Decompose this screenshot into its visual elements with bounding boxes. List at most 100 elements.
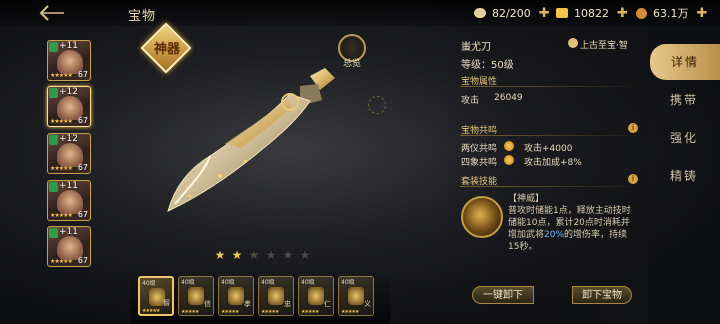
divider	[460, 186, 640, 187]
slot-kind: 信	[204, 300, 211, 308]
resonance-gem-icon	[504, 141, 514, 151]
tab-1[interactable]: 携带	[648, 82, 720, 118]
broadsword-image	[167, 68, 335, 212]
coin-icon	[636, 7, 647, 19]
slot-level: 40级	[341, 279, 355, 286]
page-title: 宝物	[128, 9, 157, 24]
add-gold-button[interactable]: ✚	[617, 7, 628, 20]
gold-resource: 10822 ✚	[556, 5, 628, 21]
treasure-thumbnail-icon	[268, 287, 284, 305]
coin-resource: 63.1万 ✚	[636, 5, 707, 21]
hero-stars: ★★★★★	[50, 212, 73, 219]
treasure-slot[interactable]: 40级仁 ★★★★★	[298, 276, 334, 316]
hero-badge-icon	[49, 228, 58, 238]
slot-kind: 智	[163, 299, 170, 307]
skill-icon	[461, 196, 503, 238]
hero-stars: ★★★★★	[50, 258, 73, 265]
star-icon: ★	[265, 248, 277, 262]
resonance-effect-2: 攻击加成+8%	[524, 158, 582, 168]
hero-number: 67	[77, 116, 88, 125]
treasure-thumbnail-icon	[308, 287, 324, 305]
slot-stars: ★★★★★	[221, 309, 239, 315]
skill-name: 【神威】	[508, 194, 545, 204]
rank-seal-icon	[568, 38, 578, 48]
treasure-thumbnail-icon	[188, 287, 204, 305]
unequip-button[interactable]: 卸下宝物	[572, 286, 632, 304]
top-bar: 宝物 82/200 ✚ 10822 ✚ 63.1万 ✚	[0, 0, 720, 26]
slot-stars: ★★★★★	[341, 309, 359, 315]
skill-highlight: 20%	[544, 230, 565, 240]
slot-level: 40级	[181, 279, 195, 286]
hero-stars: ★★★★★	[50, 118, 73, 125]
star-icon: ★	[282, 248, 294, 262]
divider	[460, 135, 640, 136]
skill-info-icon[interactable]: i	[628, 174, 638, 184]
tab-0[interactable]: 详情	[650, 44, 720, 80]
attack-label: 攻击	[461, 96, 480, 106]
hero-card[interactable]: +12 ★★★★★ 67	[47, 86, 91, 127]
treasure-level: 等级：50级	[461, 60, 514, 71]
stamina-value: 82/200	[492, 6, 531, 20]
slot-stars: ★★★★★	[301, 309, 319, 315]
star-icon: ★	[214, 248, 226, 262]
hero-card[interactable]: +11 ★★★★★ 67	[47, 40, 91, 81]
treasure-rank: 上古至宝·智	[580, 41, 628, 51]
add-stamina-button[interactable]: ✚	[539, 7, 550, 20]
slot-level: 40级	[142, 280, 156, 287]
tab-2[interactable]: 强化	[648, 120, 720, 156]
coin-value: 63.1万	[653, 7, 689, 20]
side-tabs: 详情 携带 强化 精铸	[648, 40, 720, 324]
treasure-slot[interactable]: 40级义 ★★★★★	[338, 276, 374, 316]
treasure-thumbnail-icon	[348, 287, 364, 305]
slot-kind: 忠	[284, 300, 291, 308]
slot-kind: 仁	[324, 300, 331, 308]
add-coin-button[interactable]: ✚	[697, 7, 708, 20]
slot-level: 40级	[261, 279, 275, 286]
treasure-slot[interactable]: 40级孝 ★★★★★	[218, 276, 254, 316]
resonance-effect-1: 攻击+4000	[524, 144, 573, 154]
slot-level: 40级	[221, 279, 235, 286]
attack-value: 26049	[494, 93, 523, 103]
slot-stars: ★★★★★	[142, 308, 160, 314]
resonance-gem-icon	[504, 155, 514, 165]
unequip-all-button[interactable]: 一键卸下	[472, 286, 534, 304]
hero-badge-icon	[49, 88, 58, 98]
star-icon: ★	[299, 248, 311, 262]
resonance-info-icon[interactable]: i	[628, 123, 638, 133]
star-icon: ★	[231, 248, 243, 262]
treasure-name: 蚩尤刀	[461, 42, 491, 53]
hero-badge-icon	[49, 135, 58, 145]
stamina-icon	[474, 8, 486, 18]
hero-stars: ★★★★★	[50, 165, 73, 172]
treasure-slot[interactable]: 40级忠 ★★★★★	[258, 276, 294, 316]
hero-stars: ★★★★★	[50, 72, 73, 79]
slot-kind: 孝	[244, 300, 251, 308]
slot-kind: 义	[364, 300, 371, 308]
hero-card[interactable]: +11 ★★★★★ 67	[47, 180, 91, 221]
slot-stars: ★★★★★	[261, 309, 279, 315]
hero-badge-icon	[49, 42, 58, 52]
hero-card[interactable]: +12 ★★★★★ 67	[47, 133, 91, 174]
hero-card[interactable]: +11 ★★★★★ 67	[47, 226, 91, 267]
tab-3[interactable]: 精铸	[648, 158, 720, 194]
hero-number: 67	[77, 210, 88, 219]
star-icon: ★	[248, 248, 260, 262]
treasure-screen: 宝物 82/200 ✚ 10822 ✚ 63.1万 ✚ +11 ★★★★★ 67 +1…	[0, 0, 720, 324]
hero-number: 67	[77, 256, 88, 265]
slot-level: 40级	[301, 279, 315, 286]
gold-value: 10822	[574, 6, 609, 20]
resonance-label-2: 四象共鸣	[461, 158, 498, 168]
divider	[460, 86, 640, 87]
hero-number: 67	[77, 70, 88, 79]
treasure-star-rating: ★ ★ ★ ★ ★ ★	[214, 248, 311, 262]
skill-description: 【神威】 普攻时储能1点，释放主动技时储能10点，累计20点时消耗并增加武将20…	[508, 193, 636, 253]
back-arrow-icon[interactable]	[38, 4, 66, 22]
treasure-thumbnail-icon	[228, 287, 244, 305]
treasure-slot[interactable]: 40级智 ★★★★★	[138, 276, 174, 316]
sparkle-ring-icon	[368, 96, 386, 114]
gold-ingot-icon	[556, 8, 568, 18]
hero-badge-icon	[49, 182, 58, 192]
slot-stars: ★★★★★	[181, 309, 199, 315]
treasure-slot[interactable]: 40级信 ★★★★★	[178, 276, 214, 316]
resonance-label-1: 两仪共鸣	[461, 144, 498, 154]
